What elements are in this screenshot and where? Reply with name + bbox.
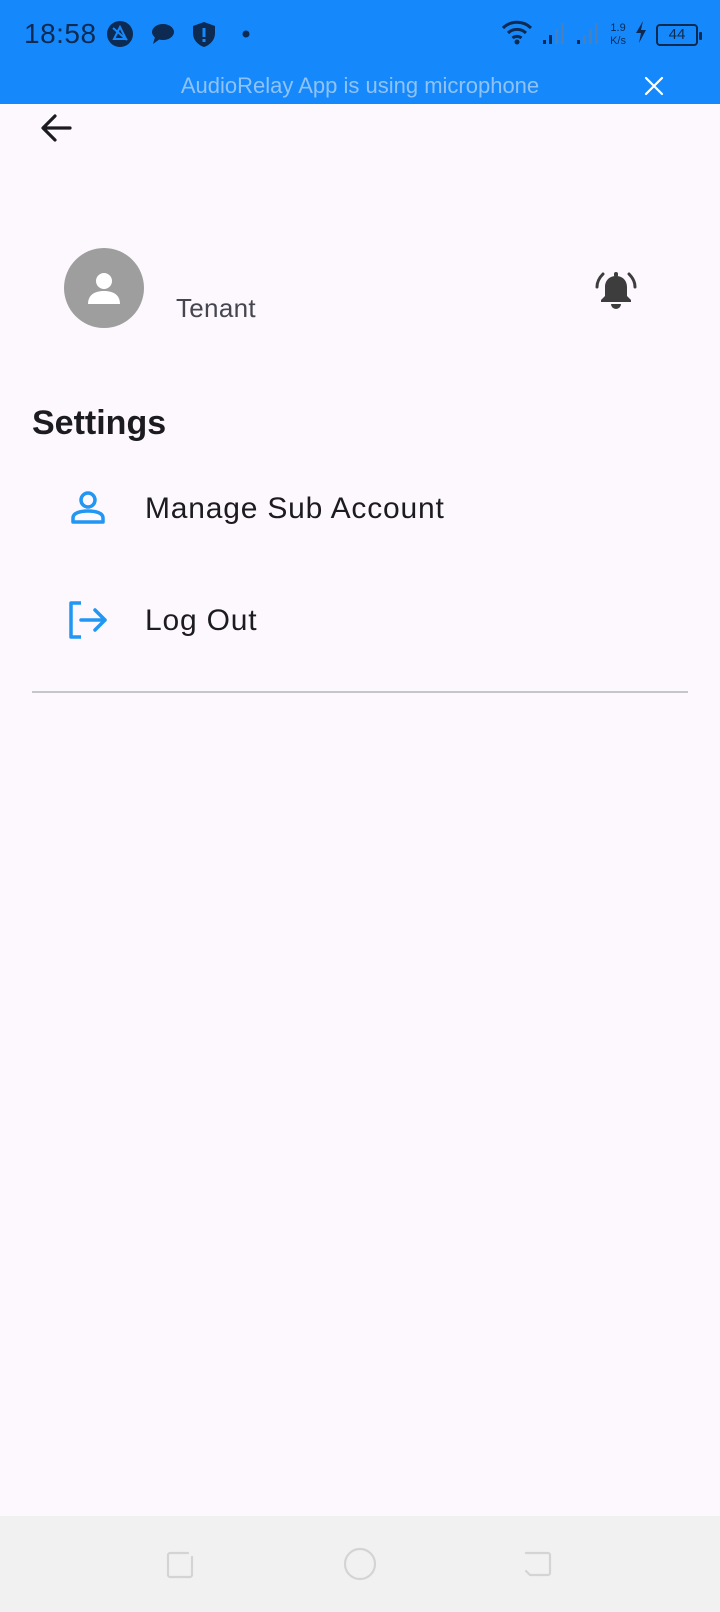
divider [32, 691, 688, 693]
battery-indicator: 44 [656, 23, 702, 46]
cellular-signal-1-icon [542, 18, 568, 51]
menu-item-label: Log Out [145, 604, 258, 637]
notification-active-icon [595, 272, 637, 309]
recent-apps-icon [166, 1551, 194, 1579]
recent-apps-button[interactable] [162, 1546, 198, 1582]
wifi-icon [500, 18, 534, 51]
more-notifications-dot-icon [232, 20, 260, 53]
menu-item-log-out[interactable]: Log Out [0, 574, 720, 664]
microphone-banner-text: AudioRelay App is using microphone [180, 73, 540, 98]
settings-heading: Settings [32, 404, 167, 442]
menu-item-label: Manage Sub Account [145, 492, 445, 525]
status-system-icons: 1.9 K/s 44 [500, 18, 702, 51]
network-speed-value: 1.9 [610, 21, 626, 34]
user-role-label: Tenant [176, 293, 256, 323]
system-navigation-bar [0, 1516, 720, 1612]
shield-alert-icon [190, 20, 218, 53]
battery-level: 44 [668, 26, 686, 43]
person-outline-icon [64, 484, 112, 532]
back-nav-button[interactable] [520, 1546, 556, 1582]
network-speed: 1.9 K/s [610, 22, 626, 48]
person-icon [88, 273, 120, 304]
arrow-back-icon [41, 114, 72, 142]
back-button[interactable] [36, 108, 76, 148]
close-icon [644, 76, 664, 96]
cellular-signal-2-icon [576, 18, 602, 51]
network-speed-unit: K/s [610, 34, 626, 47]
status-time: 18:58 [24, 18, 97, 49]
home-circle-icon [343, 1547, 377, 1581]
back-nav-icon [524, 1551, 552, 1577]
microphone-usage-banner[interactable]: AudioRelay App is using microphone [0, 68, 720, 104]
app-notification-icon [106, 20, 134, 53]
banner-close-button[interactable] [642, 74, 666, 98]
avatar[interactable] [64, 248, 144, 328]
home-button[interactable] [342, 1546, 378, 1582]
menu-item-manage-sub-account[interactable]: Manage Sub Account [0, 462, 720, 552]
logout-icon [64, 596, 112, 644]
charging-bolt-icon [634, 20, 648, 49]
notification-alarm-button[interactable] [592, 266, 640, 314]
chat-bubble-icon [148, 20, 176, 53]
status-notification-icons [106, 20, 260, 53]
